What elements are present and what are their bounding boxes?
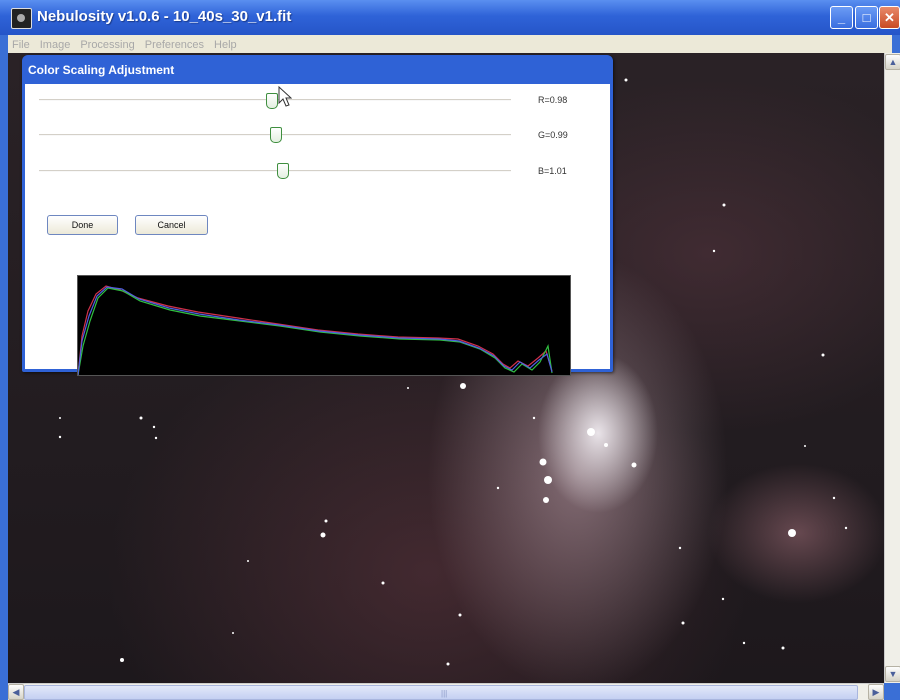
slider-thumb-g[interactable] [270, 127, 282, 143]
maximize-icon[interactable]: □ [855, 6, 878, 29]
mouse-cursor-icon [278, 86, 292, 107]
menu-image[interactable]: Image [40, 36, 71, 54]
color-scaling-dialog: Color Scaling Adjustment R=0.98 G=0.99 B… [22, 55, 613, 376]
menu-preferences[interactable]: Preferences [145, 36, 204, 54]
menu-bar: File Image Processing Preferences Help [8, 35, 892, 53]
menu-processing[interactable]: Processing [80, 36, 134, 54]
scroll-left-icon[interactable]: ◀ [8, 684, 24, 700]
slider-thumb-r[interactable] [266, 93, 278, 109]
window-title: Nebulosity v1.0.6 - 10_40s_30_v1.fit [37, 8, 292, 25]
slider-value-b: B=1.01 [538, 166, 567, 176]
slider-thumb-b[interactable] [277, 163, 289, 179]
scroll-up-icon[interactable]: ▲ [885, 54, 900, 70]
dialog-body: R=0.98 G=0.99 B=1.01 Done Cancel [25, 84, 610, 376]
vertical-scrollbar[interactable]: ▲ ▼ [884, 53, 900, 683]
app-icon[interactable] [11, 8, 32, 29]
cancel-button[interactable]: Cancel [135, 215, 208, 235]
menu-file[interactable]: File [12, 36, 30, 54]
menu-help[interactable]: Help [214, 36, 237, 54]
histogram-svg [77, 285, 553, 376]
scroll-down-icon[interactable]: ▼ [885, 666, 900, 682]
scroll-right-icon[interactable]: ▶ [868, 684, 884, 700]
slider-value-r: R=0.98 [538, 95, 568, 105]
horizontal-scrollbar[interactable]: ◀ ||| ▶ [8, 683, 884, 700]
window-titlebar[interactable]: Nebulosity v1.0.6 - 10_40s_30_v1.fit _ □… [0, 0, 900, 35]
dialog-title[interactable]: Color Scaling Adjustment [28, 63, 174, 77]
close-icon[interactable]: ✕ [879, 6, 900, 29]
done-button[interactable]: Done [47, 215, 118, 235]
histogram-plot [77, 275, 571, 376]
horizontal-scroll-thumb[interactable]: ||| [24, 685, 858, 700]
slider-track-b[interactable] [39, 170, 511, 172]
minimize-icon[interactable]: _ [830, 6, 853, 29]
slider-value-g: G=0.99 [538, 130, 568, 140]
histogram-blue-line [77, 286, 553, 376]
